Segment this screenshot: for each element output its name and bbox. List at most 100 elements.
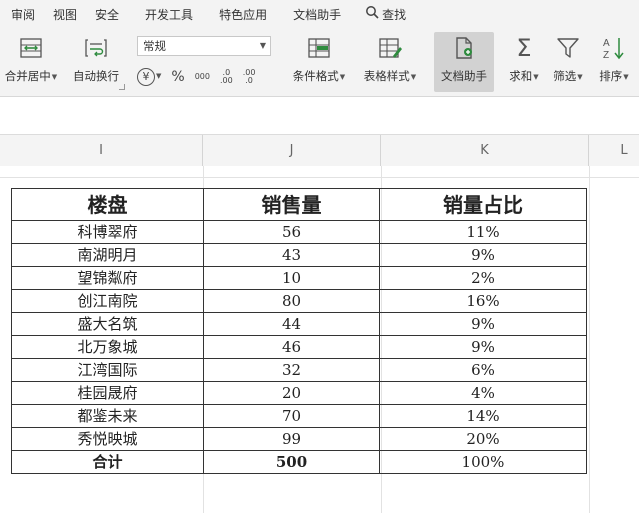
chevron-down-icon: ▼ [259, 41, 266, 50]
share-cell[interactable]: 16% [379, 289, 587, 313]
percent-format-button[interactable]: % [171, 69, 184, 85]
sales-cell[interactable]: 80 [203, 289, 380, 313]
property-cell[interactable]: 创江南院 [11, 289, 204, 313]
total-share-cell[interactable]: 100% [379, 450, 587, 474]
dialog-launcher-icon[interactable] [119, 84, 125, 90]
menu-doc-assistant[interactable]: 文档助手 [284, 6, 350, 23]
chevron-down-icon: ▼ [577, 72, 583, 81]
increase-decimal-button[interactable]: .0 .00 [220, 69, 233, 85]
menu-developer-tools[interactable]: 开发工具 [136, 6, 202, 23]
wrap-text-button[interactable]: 自动换行 [68, 32, 124, 92]
share-cell[interactable]: 4% [379, 381, 587, 405]
header-cell-property[interactable]: 楼盘 [11, 188, 204, 221]
sort-icon: A Z [601, 32, 627, 64]
column-header-i[interactable]: I [0, 135, 203, 166]
filter-label: 筛选 [553, 69, 577, 83]
menu-view[interactable]: 视图 [44, 6, 86, 23]
conditional-format-label: 条件格式 [292, 69, 339, 83]
sum-label: 求和 [509, 69, 533, 83]
column-header-k[interactable]: K [381, 135, 589, 166]
sales-cell[interactable]: 10 [203, 266, 380, 290]
number-format-select[interactable]: 常规 ▼ [137, 36, 271, 56]
share-cell[interactable]: 9% [379, 335, 587, 359]
sum-button[interactable]: Σ 求和▼ [506, 32, 542, 92]
header-cell-share[interactable]: 销量占比 [379, 188, 587, 221]
property-cell[interactable]: 盛大名筑 [11, 312, 204, 336]
menu-special-apps[interactable]: 特色应用 [210, 6, 276, 23]
currency-format-button[interactable]: ¥ ▼ [137, 68, 161, 86]
filter-button[interactable]: 筛选▼ [550, 32, 586, 92]
wrap-text-label: 自动换行 [73, 69, 119, 83]
ribbon-toolbar: 合并居中▼ 自动换行 常规 ▼ ¥ ▼ % 000 .0 .00 .00 .0 … [0, 28, 639, 97]
property-cell[interactable]: 北万象城 [11, 335, 204, 359]
sort-button[interactable]: A Z 排序▼ [594, 32, 634, 92]
share-cell[interactable]: 14% [379, 404, 587, 428]
menu-bar: 审阅 视图 安全 开发工具 特色应用 文档助手 查找 [0, 0, 639, 28]
menu-search[interactable]: 查找 [356, 5, 415, 23]
property-cell[interactable]: 江湾国际 [11, 358, 204, 382]
currency-icon: ¥ [137, 68, 155, 86]
formula-area [0, 97, 639, 135]
property-cell[interactable]: 桂园晟府 [11, 381, 204, 405]
chevron-down-icon: ▼ [623, 72, 629, 81]
sales-cell[interactable]: 56 [203, 220, 380, 244]
sales-cell[interactable]: 20 [203, 381, 380, 405]
decrease-decimal-button[interactable]: .00 .0 [243, 69, 256, 85]
table-row: 创江南院 80 16% [11, 289, 587, 313]
table-row: 北万象城 46 9% [11, 335, 587, 359]
property-cell[interactable]: 都鉴未来 [11, 404, 204, 428]
search-icon [365, 5, 379, 23]
table-row: 桂园晟府 20 4% [11, 381, 587, 405]
menu-review[interactable]: 审阅 [2, 6, 44, 23]
sales-table: 楼盘 销售量 销量占比 科博翠府 56 11% 南湖明月 43 9% 望锦粼府 10 2% 创江南… [11, 188, 587, 474]
column-header-j[interactable]: J [203, 135, 381, 166]
conditional-format-icon [306, 32, 332, 64]
sales-cell[interactable]: 70 [203, 404, 380, 428]
merge-center-icon [18, 32, 44, 64]
sales-cell[interactable]: 44 [203, 312, 380, 336]
number-format-group: ¥ ▼ % 000 .0 .00 .00 .0 [137, 66, 255, 88]
header-cell-sales[interactable]: 销售量 [203, 188, 380, 221]
increase-decimal-bottom: .00 [219, 76, 233, 85]
sales-cell[interactable]: 99 [203, 427, 380, 451]
svg-text:Z: Z [603, 50, 609, 61]
thousands-separator-button[interactable]: 000 [195, 73, 210, 81]
share-cell[interactable]: 9% [379, 312, 587, 336]
chevron-down-icon: ▼ [51, 72, 58, 81]
table-row: 都鉴未来 70 14% [11, 404, 587, 428]
property-cell[interactable]: 秀悦映城 [11, 427, 204, 451]
property-cell[interactable]: 望锦粼府 [11, 266, 204, 290]
conditional-format-button[interactable]: 条件格式▼ [287, 32, 351, 92]
property-cell[interactable]: 科博翠府 [11, 220, 204, 244]
table-row: 科博翠府 56 11% [11, 220, 587, 244]
filter-icon [556, 32, 580, 64]
share-cell[interactable]: 6% [379, 358, 587, 382]
table-row: 盛大名筑 44 9% [11, 312, 587, 336]
share-cell[interactable]: 20% [379, 427, 587, 451]
doc-assistant-button[interactable]: 文档助手 [434, 32, 494, 92]
menu-security[interactable]: 安全 [86, 6, 128, 23]
total-sales-cell[interactable]: 500 [203, 450, 380, 474]
column-header-l[interactable]: L [589, 135, 639, 166]
table-total-row: 合计 500 100% [11, 450, 587, 474]
thousands-icon: 000 [194, 72, 210, 81]
sales-cell[interactable]: 43 [203, 243, 380, 267]
share-cell[interactable]: 2% [379, 266, 587, 290]
table-row: 南湖明月 43 9% [11, 243, 587, 267]
sum-icon: Σ [516, 34, 532, 62]
doc-assistant-label: 文档助手 [441, 69, 487, 83]
sales-cell[interactable]: 32 [203, 358, 380, 382]
table-header-row: 楼盘 销售量 销量占比 [11, 188, 587, 221]
share-cell[interactable]: 11% [379, 220, 587, 244]
svg-text:A: A [603, 38, 610, 49]
table-row: 江湾国际 32 6% [11, 358, 587, 382]
share-cell[interactable]: 9% [379, 243, 587, 267]
sales-cell[interactable]: 46 [203, 335, 380, 359]
wrap-text-icon [83, 32, 109, 64]
total-property-cell[interactable]: 合计 [11, 450, 204, 474]
table-style-button[interactable]: 表格样式▼ [358, 32, 422, 92]
merge-center-button[interactable]: 合并居中▼ [0, 32, 62, 92]
property-cell[interactable]: 南湖明月 [11, 243, 204, 267]
table-row: 秀悦映城 99 20% [11, 427, 587, 451]
sort-label: 排序 [599, 69, 623, 83]
